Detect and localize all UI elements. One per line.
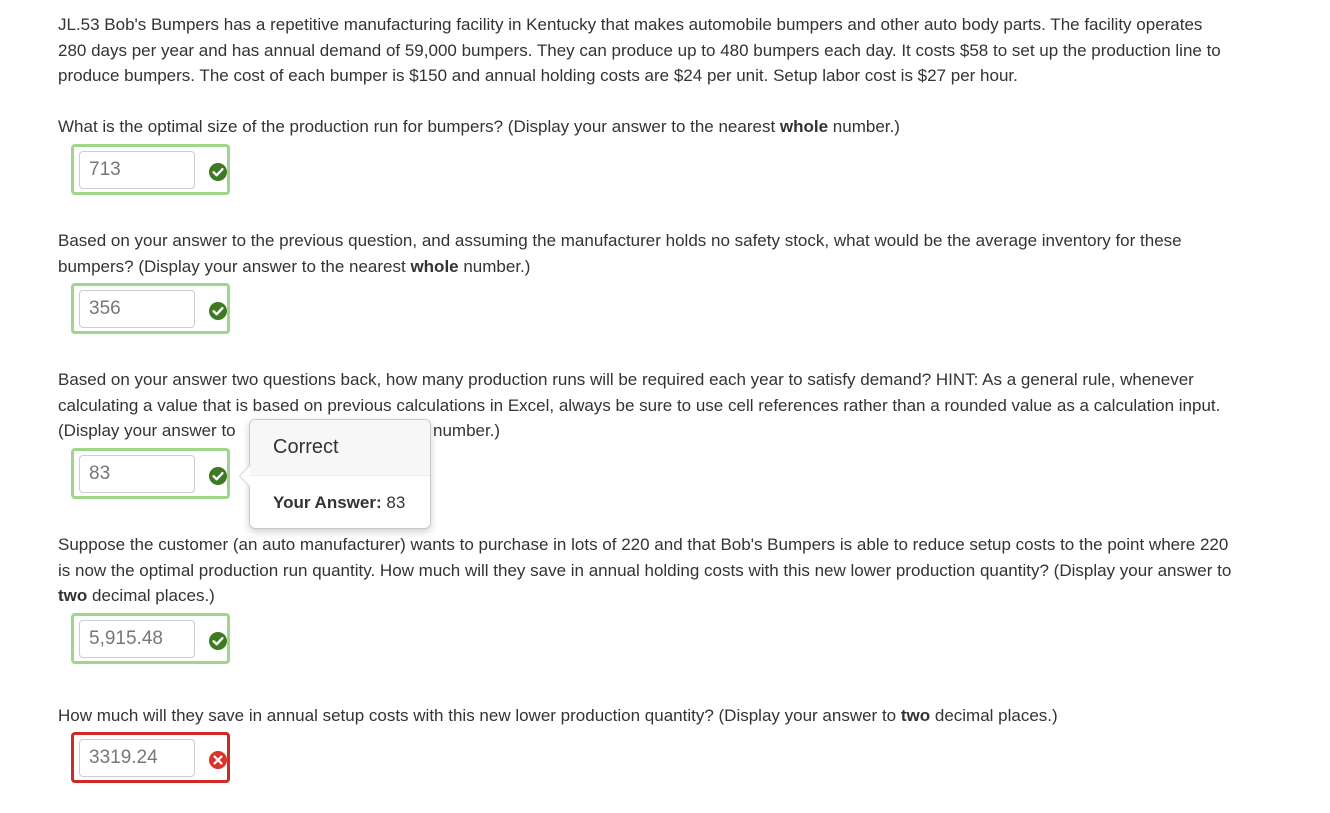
answer-input-1[interactable]: 713 <box>79 151 195 189</box>
answer-box-1: 713 <box>71 144 230 195</box>
question-3-line-3-start: (Display your answer to <box>58 421 236 440</box>
problem-line-3: produce bumpers. The cost of each bumper… <box>58 66 1018 85</box>
answer-input-3[interactable]: 83 <box>79 455 195 493</box>
check-circle-icon <box>209 632 227 650</box>
question-4-line-2: is now the optimal production run quanti… <box>58 560 1232 580</box>
question-1-text: What is the optimal size of the producti… <box>58 117 900 136</box>
popover-body: Your Answer: 83 <box>273 493 405 513</box>
question-3-line-3-end: number.) <box>433 421 501 440</box>
answer-input-5[interactable]: 3319.24 <box>79 739 195 777</box>
x-circle-icon <box>209 751 227 769</box>
question-3-line-2: calculating a value that is based on pre… <box>58 395 1221 415</box>
popover-title: Correct <box>250 420 430 476</box>
popover-answer-value: 83 <box>386 493 406 512</box>
problem-line-1: JL.53 Bob's Bumpers has a repetitive man… <box>58 15 1203 34</box>
question-4-line-3: two decimal places.) <box>58 586 215 605</box>
popover-answer-label: Your Answer: <box>273 493 382 512</box>
question-2-line-1: Based on your answer to the previous que… <box>58 231 1182 250</box>
answer-box-5: 3319.24 <box>71 732 230 783</box>
check-circle-icon[interactable] <box>208 466 228 486</box>
question-4-line-1: Suppose the customer (an auto manufactur… <box>58 535 1229 554</box>
answer-box-4: 5,915.48 <box>71 613 230 664</box>
question-3-line-1: Based on your answer two questions back,… <box>58 370 1194 389</box>
check-circle-icon <box>209 302 227 320</box>
answer-input-4[interactable]: 5,915.48 <box>79 620 195 658</box>
answer-box-2: 356 <box>71 283 230 334</box>
answer-box-3: 83 <box>71 448 230 499</box>
popover-arrow <box>239 465 250 487</box>
question-5-text: How much will they save in annual setup … <box>58 706 1058 725</box>
question-2-line-2: bumpers? (Display your answer to the nea… <box>58 256 531 276</box>
check-circle-icon <box>209 163 227 181</box>
feedback-popover: Correct Your Answer: 83 <box>239 419 431 529</box>
answer-input-2[interactable]: 356 <box>79 290 195 328</box>
problem-line-2: 280 days per year and has annual demand … <box>58 40 1221 60</box>
